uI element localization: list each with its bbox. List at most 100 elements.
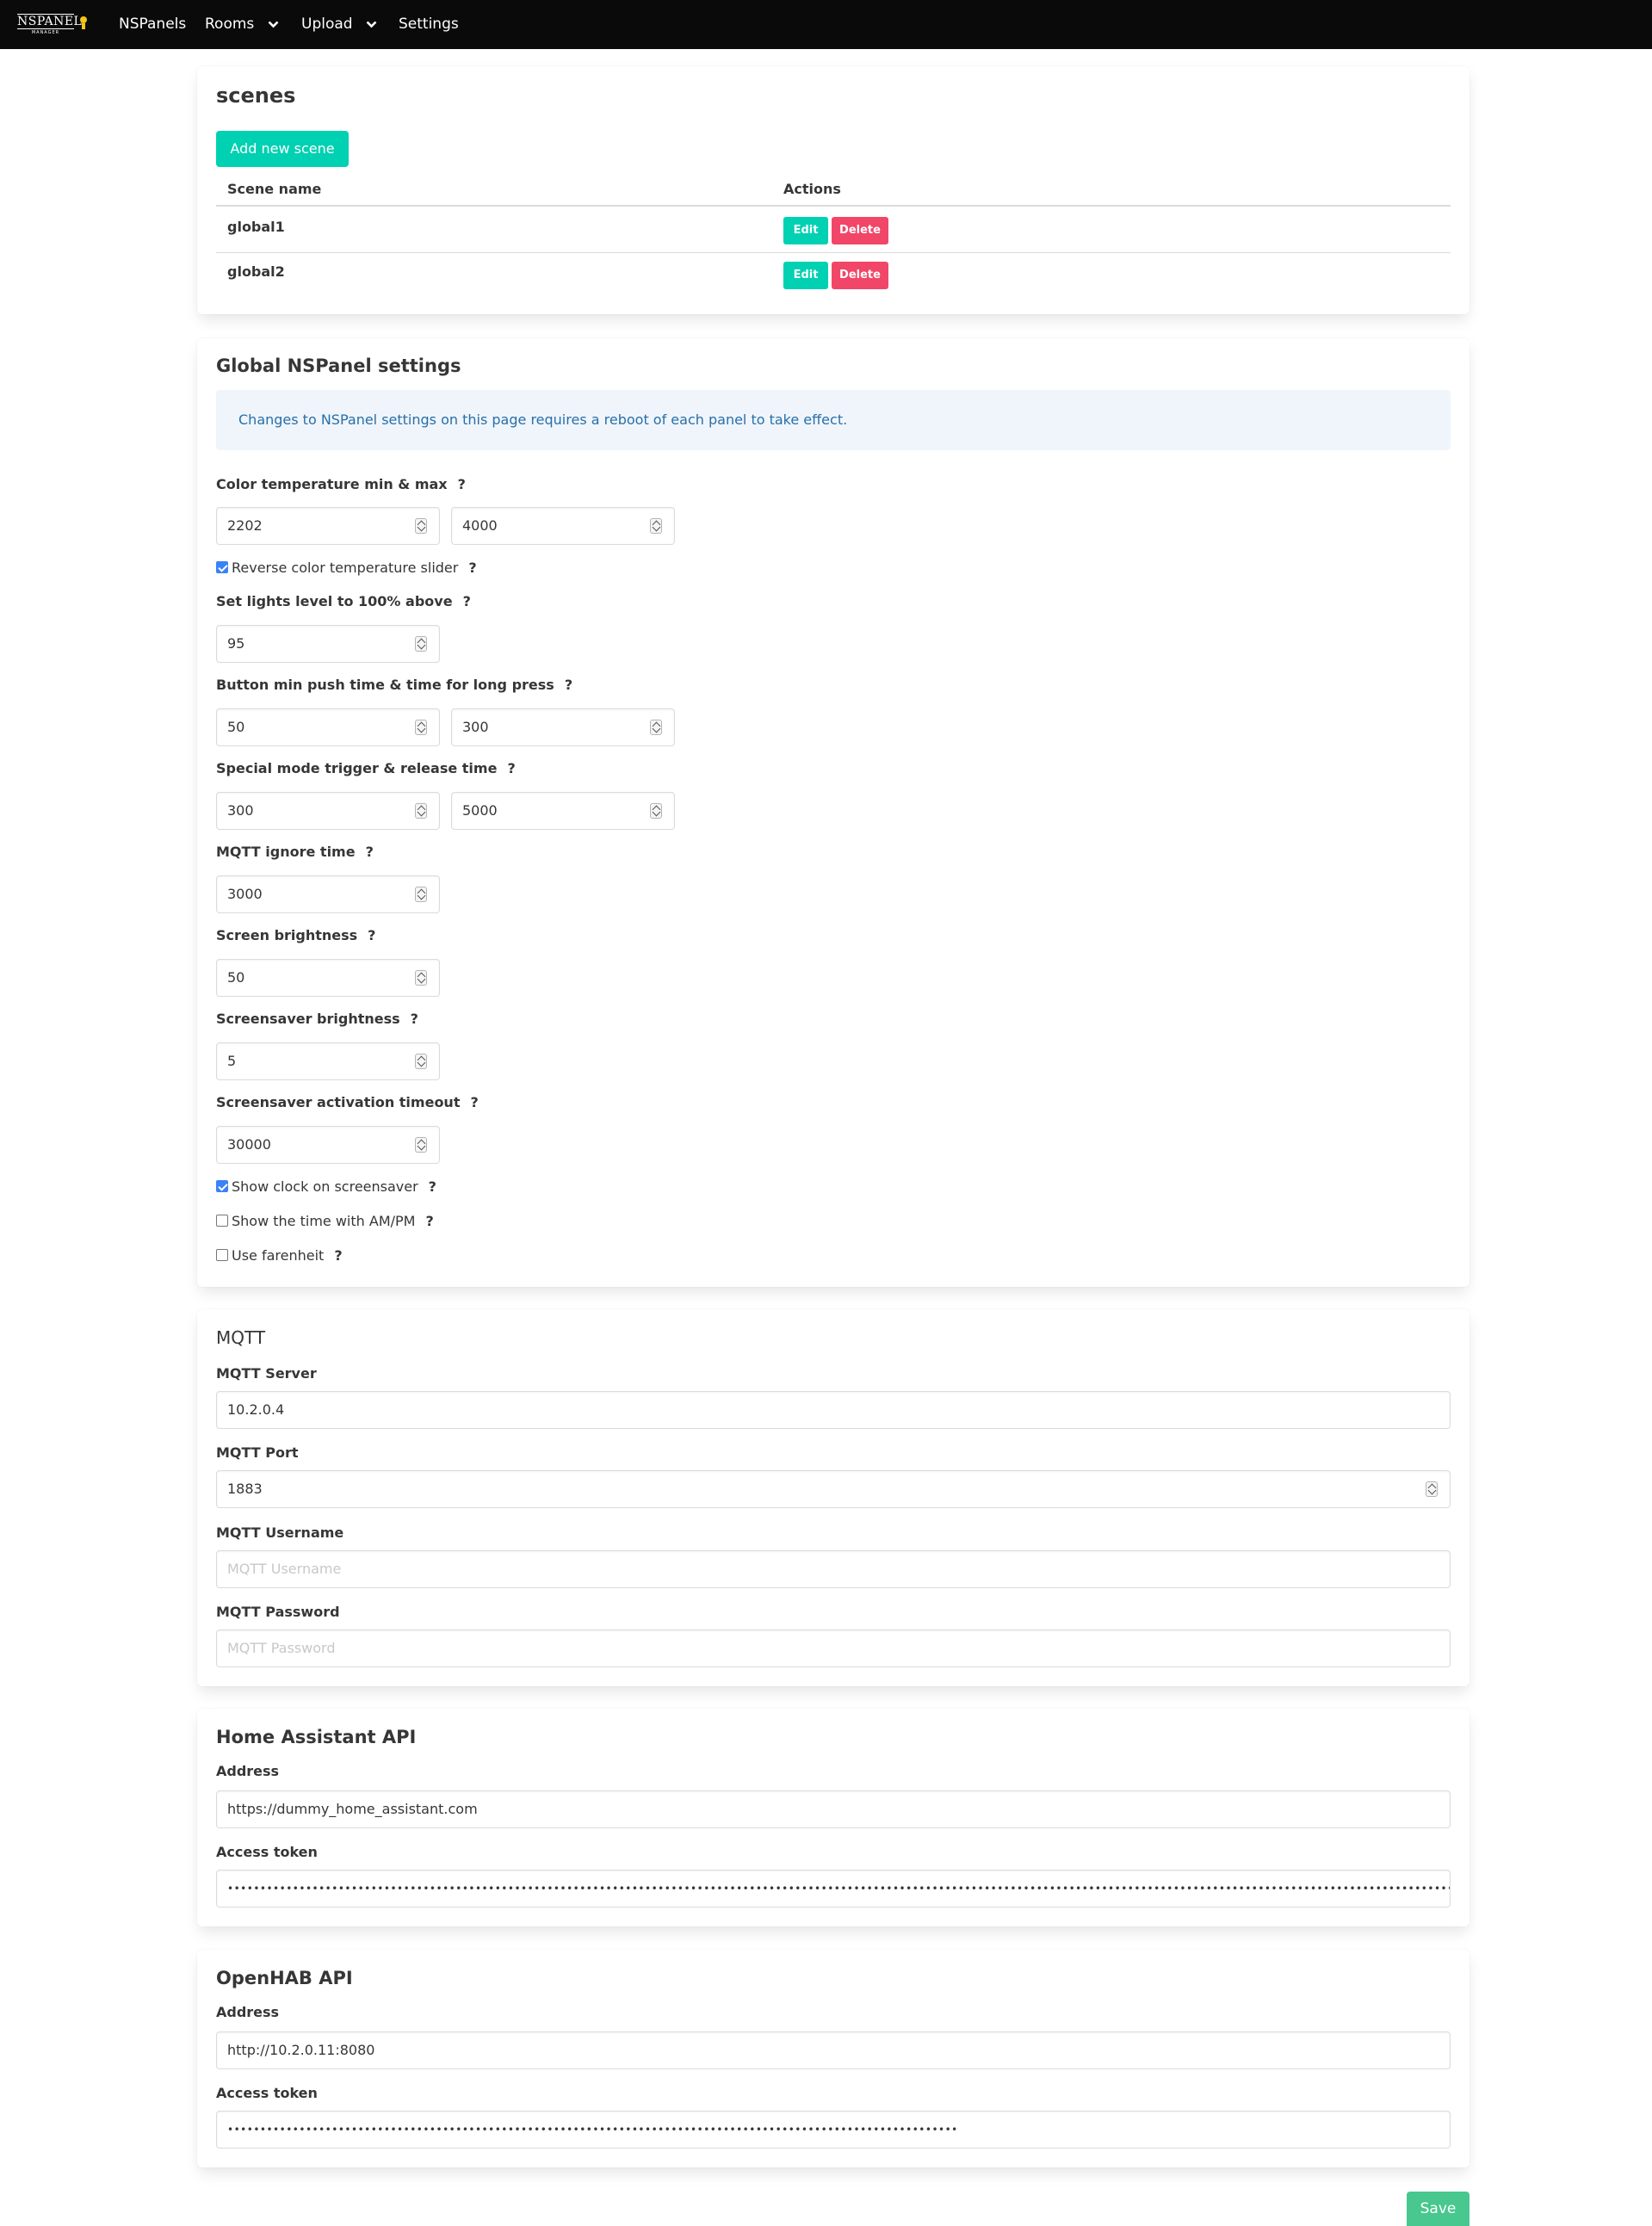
ha-token-input[interactable]: ••••••••••••••••••••••••••••••••••••••••…: [216, 1870, 1451, 1908]
scene-name: global2: [227, 263, 285, 280]
spinner-icon[interactable]: [415, 970, 427, 986]
screensaver-timeout-label: Screensaver activation timeout?: [216, 1094, 479, 1110]
help-icon[interactable]: ?: [366, 844, 374, 860]
chevron-down-icon: [366, 21, 377, 28]
nav-upload-label: Upload: [301, 15, 353, 33]
special-mode-release-value: 5000: [462, 802, 498, 819]
button-push-label-text: Button min push time & time for long pre…: [216, 677, 554, 693]
farenheit-checkbox[interactable]: Use farenheit?: [216, 1246, 343, 1265]
spinner-icon[interactable]: [415, 518, 427, 534]
mqtt-server-input[interactable]: 10.2.0.4: [216, 1391, 1451, 1429]
nav-upload[interactable]: Upload: [301, 0, 377, 49]
mqtt-port-value: 1883: [227, 1481, 263, 1497]
checkbox-unchecked-icon[interactable]: [216, 1214, 228, 1227]
screen-brightness-label-text: Screen brightness: [216, 927, 358, 943]
table-row: global1 Edit Delete: [216, 208, 1451, 253]
help-icon[interactable]: ?: [458, 476, 466, 492]
color-temp-min-input[interactable]: 2202: [216, 507, 440, 545]
mqtt-port-input[interactable]: 1883: [216, 1470, 1451, 1508]
openhab-token-input[interactable]: ••••••••••••••••••••••••••••••••••••••••…: [216, 2111, 1451, 2149]
spinner-icon[interactable]: [650, 518, 662, 534]
reverse-slider-checkbox[interactable]: Reverse color temperature slider?: [216, 559, 477, 578]
screensaver-brightness-label: Screensaver brightness?: [216, 1011, 418, 1027]
edit-button[interactable]: Edit: [783, 262, 828, 289]
help-icon[interactable]: ?: [411, 1011, 418, 1027]
screen-brightness-input[interactable]: 50: [216, 959, 440, 997]
brand-logo[interactable]: NSPANEL MANAGER: [17, 14, 91, 35]
button-long-press-input[interactable]: 300: [451, 708, 675, 746]
mqtt-username-input[interactable]: MQTT Username: [216, 1550, 1451, 1588]
screensaver-brightness-label-text: Screensaver brightness: [216, 1011, 400, 1027]
help-icon[interactable]: ?: [368, 927, 375, 943]
button-min-push-value: 50: [227, 719, 245, 735]
lightbulb-icon: [80, 16, 87, 29]
nav-nspanels[interactable]: NSPanels: [119, 0, 186, 49]
reboot-notice: Changes to NSPanel settings on this page…: [216, 390, 1451, 450]
ampm-label: Show the time with AM/PM: [232, 1213, 416, 1229]
screensaver-brightness-value: 5: [227, 1053, 237, 1069]
nav-rooms-label: Rooms: [205, 15, 255, 33]
help-icon[interactable]: ?: [470, 1094, 478, 1110]
spinner-icon[interactable]: [415, 1054, 427, 1069]
spinner-icon[interactable]: [415, 803, 427, 819]
help-icon[interactable]: ?: [334, 1247, 342, 1264]
ha-token-label: Access token: [216, 1844, 318, 1860]
ampm-checkbox[interactable]: Show the time with AM/PM?: [216, 1212, 434, 1231]
spinner-icon[interactable]: [415, 1137, 427, 1153]
checkbox-unchecked-icon[interactable]: [216, 1248, 228, 1261]
mqtt-username-label: MQTT Username: [216, 1524, 344, 1541]
col-actions: Actions: [783, 181, 841, 197]
show-clock-checkbox[interactable]: Show clock on screensaver?: [216, 1178, 436, 1196]
button-long-press-value: 300: [462, 719, 489, 735]
openhab-address-label: Address: [216, 2004, 280, 2020]
screen-brightness-value: 50: [227, 969, 245, 986]
table-row: global2 Edit Delete: [216, 253, 1451, 298]
ha-address-input[interactable]: https://dummy_home_assistant.com: [216, 1790, 1451, 1828]
global-settings-box: Global NSPanel settings Changes to NSPan…: [197, 338, 1469, 1287]
button-push-label: Button min push time & time for long pre…: [216, 677, 572, 693]
special-mode-label-text: Special mode trigger & release time: [216, 760, 498, 776]
delete-button[interactable]: Delete: [832, 217, 888, 244]
scenes-table-header: Scene name Actions: [216, 174, 1451, 207]
help-icon[interactable]: ?: [429, 1178, 436, 1195]
add-scene-button[interactable]: Add new scene: [216, 131, 349, 167]
scenes-title: scenes: [216, 83, 296, 108]
spinner-icon[interactable]: [415, 887, 427, 902]
save-button[interactable]: Save: [1407, 2192, 1469, 2226]
color-temp-max-input[interactable]: 4000: [451, 507, 675, 545]
spinner-icon[interactable]: [415, 720, 427, 735]
spinner-icon[interactable]: [415, 636, 427, 652]
special-mode-label: Special mode trigger & release time?: [216, 760, 516, 776]
help-icon[interactable]: ?: [425, 1213, 433, 1229]
help-icon[interactable]: ?: [463, 593, 471, 609]
screen-brightness-label: Screen brightness?: [216, 927, 375, 943]
help-icon[interactable]: ?: [507, 760, 515, 776]
show-clock-label: Show clock on screensaver: [232, 1178, 418, 1195]
nav-settings[interactable]: Settings: [399, 0, 459, 49]
help-icon[interactable]: ?: [565, 677, 572, 693]
farenheit-label: Use farenheit: [232, 1247, 325, 1264]
edit-button[interactable]: Edit: [783, 217, 828, 244]
special-mode-release-input[interactable]: 5000: [451, 792, 675, 830]
mqtt-title: MQTT: [216, 1327, 266, 1348]
spinner-icon[interactable]: [650, 720, 662, 735]
spinner-icon[interactable]: [1426, 1481, 1438, 1497]
button-min-push-input[interactable]: 50: [216, 708, 440, 746]
checkbox-checked-icon[interactable]: [216, 560, 228, 573]
special-mode-trigger-input[interactable]: 300: [216, 792, 440, 830]
nav-rooms[interactable]: Rooms: [205, 0, 279, 49]
screensaver-brightness-input[interactable]: 5: [216, 1042, 440, 1080]
color-temp-min-value: 2202: [227, 517, 263, 534]
mqtt-ignore-input[interactable]: 3000: [216, 875, 440, 913]
openhab-box: OpenHAB API Address http://10.2.0.11:808…: [197, 1950, 1469, 2167]
delete-button[interactable]: Delete: [832, 262, 888, 289]
spinner-icon[interactable]: [650, 803, 662, 819]
checkbox-checked-icon[interactable]: [216, 1179, 228, 1192]
help-icon[interactable]: ?: [468, 560, 476, 576]
mqtt-password-input[interactable]: MQTT Password: [216, 1629, 1451, 1667]
openhab-address-input[interactable]: http://10.2.0.11:8080: [216, 2031, 1451, 2069]
screensaver-timeout-input[interactable]: 30000: [216, 1126, 440, 1164]
brand-wordmark: NSPANEL: [17, 14, 83, 29]
mqtt-box: MQTT MQTT Server 10.2.0.4 MQTT Port 1883…: [197, 1309, 1469, 1686]
lights-level-input[interactable]: 95: [216, 625, 440, 663]
